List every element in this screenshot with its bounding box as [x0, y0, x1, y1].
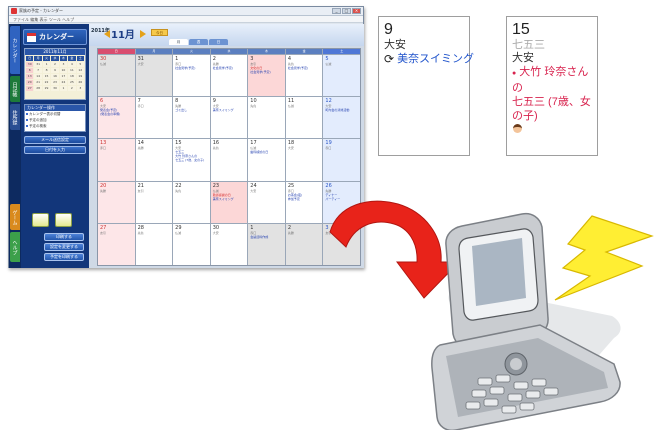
- curved-arrow-icon: [329, 200, 461, 299]
- lightning-icon: [554, 215, 654, 301]
- illustration: 家族の予定 - カレンダー _ □ × ファイル 編集 表示 ツール ヘルプ カ…: [0, 0, 664, 430]
- decorations: [329, 200, 654, 430]
